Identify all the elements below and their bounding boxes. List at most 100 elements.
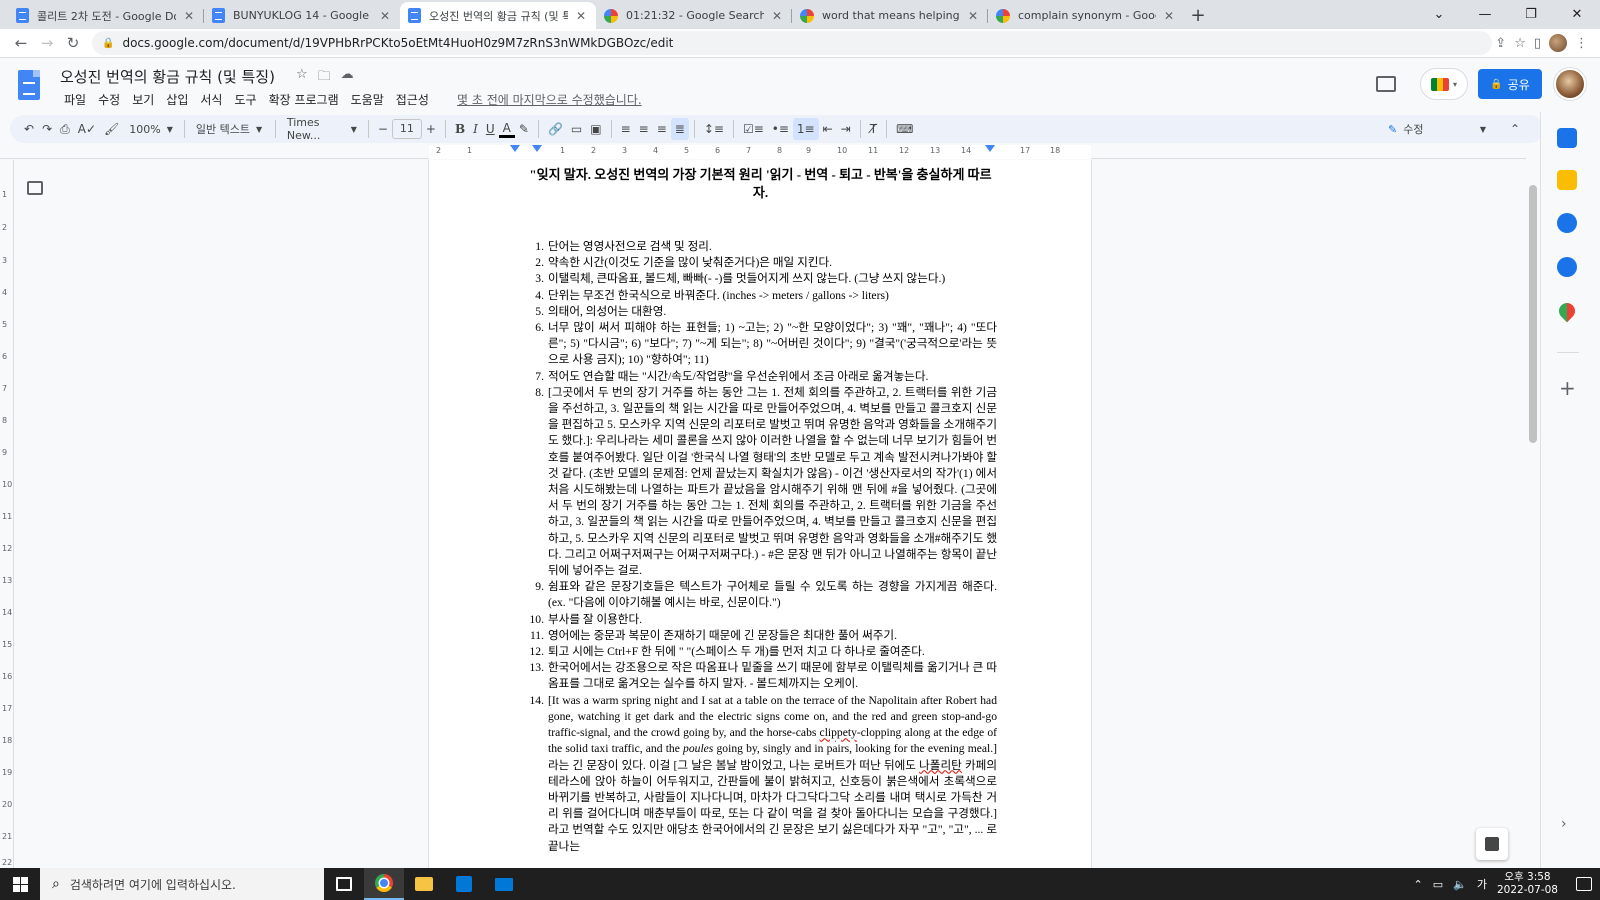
browser-tab[interactable]: 콜리트 2차 도전 - Google Docs ✕ <box>8 2 204 29</box>
paint-format-icon[interactable]: 🖌 <box>100 118 123 140</box>
numbered-list-icon[interactable]: 1≡ <box>792 118 819 140</box>
undo-icon[interactable]: ↶ <box>20 118 38 140</box>
share-page-icon[interactable]: ⇪ <box>1495 36 1506 51</box>
menu-edit[interactable]: 수정 <box>92 91 126 108</box>
scrollbar-thumb[interactable] <box>1529 185 1537 443</box>
menu-extensions[interactable]: 확장 프로그램 <box>263 91 345 108</box>
vertical-ruler[interactable]: 1 2 3 4 5 6 7 8 9 10 11 12 13 14 15 16 1… <box>0 160 14 868</box>
meet-button[interactable]: ▾ <box>1420 68 1468 100</box>
volume-icon[interactable]: 🔈 <box>1453 878 1467 891</box>
star-icon[interactable]: ☆ <box>296 67 308 89</box>
zoom-select[interactable]: 100% ▼ <box>123 123 179 136</box>
new-tab-button[interactable]: + <box>1184 2 1212 29</box>
increase-font-size-icon[interactable]: + <box>422 118 440 140</box>
last-edit-link[interactable]: 몇 초 전에 마지막으로 수정했습니다. <box>457 91 642 108</box>
horizontal-ruler[interactable]: 2 1 1 2 3 4 5 6 7 8 9 10 11 12 13 14 17 … <box>0 145 1526 159</box>
browser-tab[interactable]: 01:21:32 - Google Search ✕ <box>596 2 792 29</box>
browser-tab[interactable]: word that means helping one's ✕ <box>792 2 988 29</box>
profile-avatar-icon[interactable] <box>1549 34 1567 52</box>
right-indent-marker[interactable] <box>985 145 995 152</box>
back-arrow-icon[interactable]: ← <box>8 30 34 56</box>
calendar-icon[interactable] <box>1557 128 1577 148</box>
paragraph-style-select[interactable]: 일반 텍스트 ▼ <box>190 121 270 137</box>
document-canvas[interactable]: "잊지 말자. 오성진 번역의 가장 기본적 원리 '읽기 - 번역 - 퇴고 … <box>14 160 1526 868</box>
bookmark-star-icon[interactable]: ☆ <box>1514 36 1526 51</box>
line-spacing-icon[interactable]: ↕≡ <box>700 118 728 140</box>
browser-tab[interactable]: complain synonym - Google Se ✕ <box>988 2 1184 29</box>
browser-menu-icon[interactable]: ⋮ <box>1575 36 1588 51</box>
underline-button[interactable]: U <box>482 118 499 140</box>
increase-indent-icon[interactable]: ⇥ <box>837 118 855 140</box>
keep-icon[interactable] <box>1557 170 1577 190</box>
cloud-status-icon[interactable]: ☁ <box>341 67 354 89</box>
bold-button[interactable]: B <box>451 118 469 140</box>
clock[interactable]: 오후 3:58 2022-07-08 <box>1497 871 1558 897</box>
print-icon[interactable]: ⎙ <box>56 118 74 140</box>
account-avatar[interactable] <box>1554 68 1586 100</box>
collapse-menus-icon[interactable]: ⌃ <box>1506 118 1524 140</box>
menu-format[interactable]: 서식 <box>194 91 228 108</box>
text-color-button[interactable]: A <box>498 120 515 138</box>
close-tab-icon[interactable]: ✕ <box>182 9 196 23</box>
decrease-font-size-icon[interactable]: − <box>374 118 392 140</box>
start-button[interactable] <box>0 868 40 900</box>
document-page[interactable]: "잊지 말자. 오성진 번역의 가장 기본적 원리 '읽기 - 번역 - 퇴고 … <box>429 160 1091 868</box>
network-icon[interactable]: ▭ <box>1433 878 1443 891</box>
tasks-icon[interactable] <box>1557 213 1577 233</box>
checklist-icon[interactable]: ☑≡ <box>739 118 768 140</box>
spelling-error[interactable]: 나폴리탄 <box>919 759 962 772</box>
font-select[interactable]: Times New... ▼ <box>281 116 363 142</box>
align-right-icon[interactable]: ≡ <box>653 118 671 140</box>
taskbar-chrome[interactable] <box>364 868 404 900</box>
docs-logo-icon[interactable] <box>18 70 40 100</box>
close-tab-icon[interactable]: ✕ <box>770 9 784 23</box>
contacts-icon[interactable] <box>1557 257 1577 277</box>
taskbar-search-input[interactable]: ⌕ 검색하려면 여기에 입력하십시오. <box>40 868 324 900</box>
left-indent-marker[interactable] <box>510 145 520 152</box>
taskbar-file-explorer[interactable] <box>404 868 444 900</box>
insert-image-icon[interactable]: ▣ <box>586 118 605 140</box>
side-panel-icon[interactable]: ▯ <box>1534 36 1541 51</box>
reload-icon[interactable]: ↻ <box>60 30 86 56</box>
maps-icon[interactable] <box>1555 299 1579 323</box>
align-center-icon[interactable]: ≡ <box>635 118 653 140</box>
taskbar-store[interactable] <box>444 868 484 900</box>
redo-icon[interactable]: ↷ <box>38 118 56 140</box>
font-size-input[interactable]: 11 <box>391 119 422 139</box>
explore-button[interactable] <box>1476 828 1508 860</box>
menu-file[interactable]: 파일 <box>58 91 92 108</box>
highlight-color-icon[interactable]: ✎ <box>515 118 533 140</box>
close-tab-icon[interactable]: ✕ <box>574 9 588 23</box>
document-title[interactable]: 오성진 번역의 황금 규칙 (및 특징) <box>60 66 275 87</box>
restore-icon[interactable]: ❐ <box>1508 0 1554 28</box>
share-button[interactable]: 🔒 공유 <box>1478 69 1542 99</box>
close-tab-icon[interactable]: ✕ <box>378 9 392 23</box>
ime-indicator[interactable]: 가 <box>1477 876 1487 892</box>
insert-link-icon[interactable]: 🔗 <box>544 118 567 140</box>
editing-mode-select[interactable]: ✎ 수정 ▼ <box>1382 118 1486 140</box>
decrease-indent-icon[interactable]: ⇤ <box>819 118 837 140</box>
browser-tab[interactable]: BUNYUKLOG 14 - Google Docs ✕ <box>204 2 400 29</box>
task-view-button[interactable] <box>324 868 364 900</box>
italic-button[interactable]: I <box>469 118 482 140</box>
align-justify-icon[interactable]: ≣ <box>670 118 689 140</box>
menu-accessibility[interactable]: 접근성 <box>390 91 435 108</box>
menu-insert[interactable]: 삽입 <box>160 91 194 108</box>
menu-help[interactable]: 도움말 <box>345 91 390 108</box>
spellcheck-icon[interactable]: A✓ <box>74 118 100 140</box>
minimize-icon[interactable]: — <box>1462 0 1508 28</box>
forward-arrow-icon[interactable]: → <box>34 30 60 56</box>
spelling-error[interactable]: clippety <box>820 726 857 739</box>
bulleted-list-icon[interactable]: •≡ <box>768 118 793 140</box>
tab-search-icon[interactable]: ⌄ <box>1416 0 1462 28</box>
browser-tab-active[interactable]: 오성진 번역의 황금 규칙 (및 특징) ✕ <box>400 2 596 29</box>
first-line-indent-marker[interactable] <box>532 145 542 152</box>
input-tools-icon[interactable]: ⌨ <box>892 118 917 140</box>
move-folder-icon[interactable]: 🗀 <box>318 67 331 89</box>
url-input[interactable]: 🔒 docs.google.com/document/d/19VPHbRrPCK… <box>92 31 1492 55</box>
get-addons-icon[interactable]: + <box>1559 376 1576 400</box>
taskbar-mail[interactable] <box>484 868 524 900</box>
document-body[interactable]: "잊지 말자. 오성진 번역의 가장 기본적 원리 '읽기 - 번역 - 퇴고 … <box>524 166 997 855</box>
menu-view[interactable]: 보기 <box>126 91 160 108</box>
comment-history-icon[interactable] <box>1376 76 1396 92</box>
